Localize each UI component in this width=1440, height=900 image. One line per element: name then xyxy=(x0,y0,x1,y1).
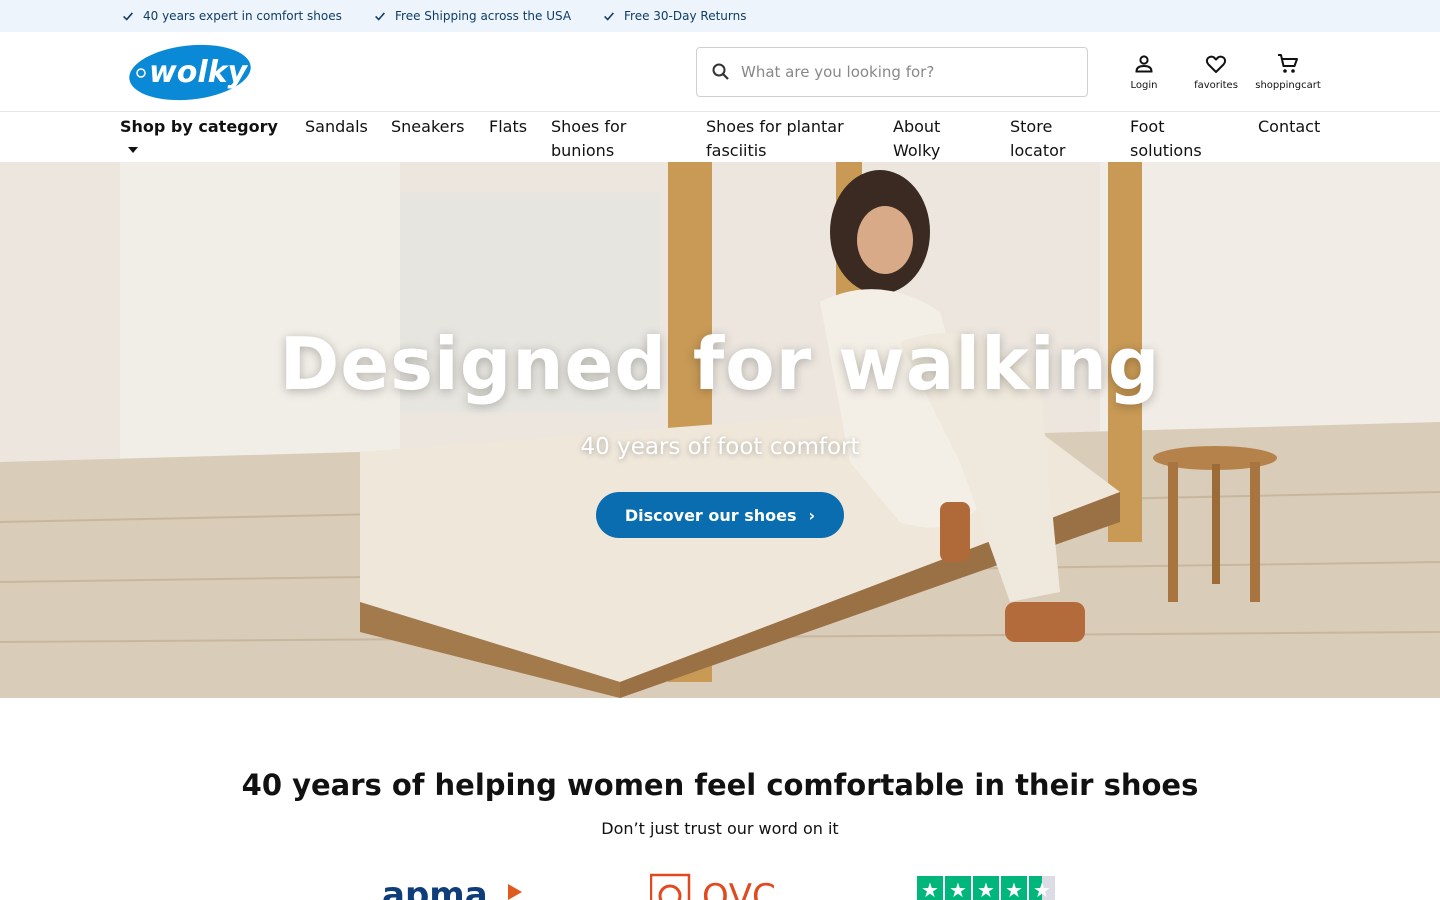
nav-sneakers[interactable]: Sneakers xyxy=(391,115,464,139)
nav-shoes-for-bunions[interactable]: Shoes for bunions xyxy=(551,115,626,163)
nav-label: solutions xyxy=(1130,141,1202,160)
check-icon xyxy=(123,12,133,21)
hero-title: Designed for walking xyxy=(279,322,1161,406)
nav-foot-solutions[interactable]: Foot solutions xyxy=(1130,115,1202,163)
usp-text: 40 years expert in comfort shoes xyxy=(143,9,342,23)
svg-text:★: ★ xyxy=(1005,878,1023,900)
caret-down-icon[interactable] xyxy=(128,147,138,153)
qvc-logo: QVC xyxy=(650,873,776,900)
nav-label: Shoes for plantar xyxy=(706,117,844,136)
site-header: wolky Login favorites shoppingcart xyxy=(0,32,1440,112)
check-icon xyxy=(604,12,614,21)
nav-label: locator xyxy=(1010,141,1066,160)
nav-label: Sneakers xyxy=(391,117,465,136)
favorites-button[interactable]: favorites xyxy=(1191,52,1241,91)
chevron-right-icon: › xyxy=(808,505,816,525)
nav-shop-by-category[interactable]: Shop by category xyxy=(120,115,278,139)
apma-logo: apma xyxy=(382,875,522,900)
usp-item: 40 years expert in comfort shoes xyxy=(121,0,342,32)
main-nav: Shop by category Sandals Sneakers Flats … xyxy=(0,113,1440,162)
svg-text:★: ★ xyxy=(921,878,939,900)
nav-store-locator[interactable]: Store locator xyxy=(1010,115,1065,163)
nav-label: Wolky xyxy=(893,141,941,160)
usp-text: Free 30-Day Returns xyxy=(624,9,747,23)
svg-text:apma: apma xyxy=(382,875,488,900)
nav-contact[interactable]: Contact xyxy=(1258,115,1320,139)
search-box[interactable] xyxy=(696,47,1088,97)
nav-sandals[interactable]: Sandals xyxy=(305,115,368,139)
logo-text: wolky xyxy=(149,55,249,90)
nav-label: Contact xyxy=(1258,117,1321,136)
nav-flats[interactable]: Flats xyxy=(489,115,527,139)
nav-label: Shop by category xyxy=(120,117,278,136)
discover-shoes-button[interactable]: Discover our shoes › xyxy=(596,492,844,538)
login-label: Login xyxy=(1130,80,1158,91)
usp-item: Free 30-Day Returns xyxy=(602,0,746,32)
nav-label: Shoes for xyxy=(551,117,627,136)
nav-label: About xyxy=(893,117,941,136)
hero-subtitle: 40 years of foot comfort xyxy=(580,434,860,460)
svg-text:QVC: QVC xyxy=(702,877,776,900)
cart-label: shoppingcart xyxy=(1255,80,1321,91)
search-icon xyxy=(712,63,729,80)
svg-text:★: ★ xyxy=(977,878,995,900)
cart-icon xyxy=(1278,54,1298,73)
wolky-logo[interactable]: wolky xyxy=(128,44,252,101)
nav-label: Foot xyxy=(1130,117,1165,136)
usp-item: Free Shipping across the USA xyxy=(373,0,571,32)
hero-image xyxy=(0,162,1440,698)
heart-icon xyxy=(1205,55,1227,73)
nav-shoes-for-plantar-fasciitis[interactable]: Shoes for plantar fasciitis xyxy=(706,115,844,163)
search-input[interactable] xyxy=(741,63,1061,81)
user-icon xyxy=(1135,55,1153,73)
trust-heading: 40 years of helping women feel comfortab… xyxy=(241,768,1199,802)
check-icon xyxy=(375,12,385,21)
cart-button[interactable]: shoppingcart xyxy=(1254,52,1322,91)
usp-text: Free Shipping across the USA xyxy=(395,9,572,23)
nav-label: Sandals xyxy=(305,117,368,136)
nav-about-wolky[interactable]: About Wolky xyxy=(893,115,940,163)
nav-label: bunions xyxy=(551,141,615,160)
nav-label: Flats xyxy=(489,117,528,136)
svg-text:★: ★ xyxy=(1033,878,1051,900)
login-button[interactable]: Login xyxy=(1129,52,1159,91)
trustpilot-stars: ★ ★ ★ ★ ★ xyxy=(917,876,1055,900)
favorites-label: favorites xyxy=(1194,80,1238,91)
trust-subheading: Don’t just trust our word on it xyxy=(601,819,839,838)
hero-banner: Designed for walking 40 years of foot co… xyxy=(0,162,1440,698)
nav-label: Store xyxy=(1010,117,1053,136)
cta-label: Discover our shoes xyxy=(624,505,797,525)
svg-text:★: ★ xyxy=(949,878,967,900)
usp-bar: 40 years expert in comfort shoes Free Sh… xyxy=(0,0,1440,32)
nav-label: fasciitis xyxy=(706,141,767,160)
